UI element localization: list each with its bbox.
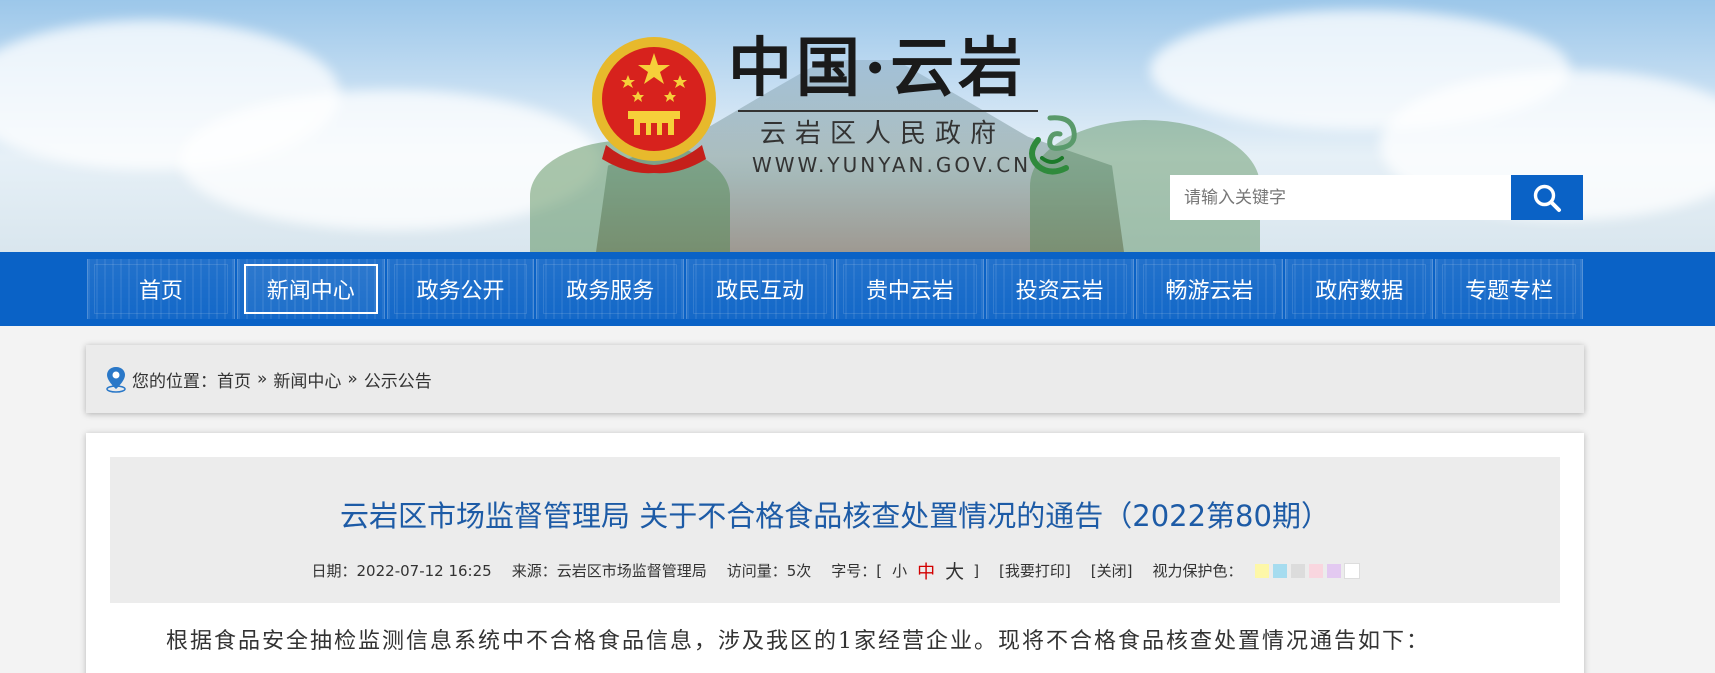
nav-item-1[interactable]: 新闻中心 [236, 259, 385, 319]
nav-item-9[interactable]: 专题专栏 [1435, 259, 1583, 319]
search-icon [1533, 184, 1561, 212]
nav-item-8[interactable]: 政府数据 [1285, 259, 1434, 319]
nav-item-label: 专题专栏 [1465, 279, 1554, 304]
article-body: 根据食品安全抽检监测信息系统中不合格食品信息，涉及我区的1家经营企业。现将不合格… [166, 629, 1431, 654]
nav-item-label: 政务服务 [566, 279, 655, 304]
site-url: WWW.YUNYAN.GOV.CN [752, 153, 1032, 177]
eye-color-swatch[interactable] [1254, 563, 1269, 578]
nav-item-0[interactable]: 首页 [87, 259, 235, 319]
nav-item-3[interactable]: 政务服务 [536, 259, 685, 319]
article-meta: 日期： 2022-07-12 16:25 来源： 云岩区市场监督管理局 访问量：… [110, 557, 1560, 584]
nav-item-7[interactable]: 畅游云岩 [1135, 259, 1284, 319]
font-medium-button[interactable]: 中 [917, 558, 935, 584]
date-value: 2022-07-12 16:25 [356, 561, 492, 580]
date-label: 日期： [311, 562, 357, 580]
nav-item-label: 畅游云岩 [1165, 279, 1254, 304]
fontsize-bracket-open: [ [876, 561, 883, 580]
eye-color-swatch[interactable] [1343, 562, 1360, 579]
breadcrumb-announcements[interactable]: 公示公告 [364, 367, 432, 392]
nav-item-label: 投资云岩 [1015, 279, 1104, 304]
visits-value: 5次 [786, 562, 812, 580]
breadcrumb: 您的位置： 首页 » 新闻中心 » 公示公告 [86, 345, 1584, 413]
nav-item-label: 政务公开 [416, 279, 505, 304]
source-value: 云岩区市场监督管理局 [556, 562, 707, 580]
nav-item-label: 政府数据 [1315, 279, 1404, 304]
nav-item-5[interactable]: 贵中云岩 [835, 259, 984, 319]
close-button[interactable]: [关闭] [1091, 560, 1133, 581]
nav-item-4[interactable]: 政民互动 [686, 259, 834, 319]
nav-item-label: 政民互动 [716, 279, 805, 304]
eye-color-swatch[interactable] [1308, 563, 1323, 578]
eye-color-swatch[interactable] [1272, 563, 1287, 578]
breadcrumb-news-center[interactable]: 新闻中心 [273, 367, 341, 392]
yunyan-logo-icon [1029, 115, 1077, 175]
fontsize-label: 字号： [831, 562, 877, 580]
print-button[interactable]: [我要打印] [999, 560, 1071, 581]
search-input[interactable] [1170, 175, 1512, 220]
font-small-button[interactable]: 小 [892, 560, 907, 581]
national-emblem-icon [592, 37, 716, 174]
main-nav: 首页 新闻中心 政务公开 政务服务 政民互动 贵中云岩 投资云岩 畅游云岩 政府数据 专题专栏 [0, 252, 1715, 326]
font-large-button[interactable]: 大 [945, 557, 964, 584]
article-title: 云岩区市场监督管理局 关于不合格食品核查处置情况的通告（2022第80期） [340, 499, 1330, 533]
location-pin-icon [106, 367, 126, 393]
article-header: 云岩区市场监督管理局 关于不合格食品核查处置情况的通告（2022第80期） 日期… [110, 457, 1560, 603]
nav-item-6[interactable]: 投资云岩 [985, 259, 1134, 319]
eye-color-swatch[interactable] [1290, 563, 1305, 578]
breadcrumb-separator: » [347, 369, 358, 389]
header-banner: 中国·云岩 云岩区人民政府 WWW.YUNYAN.GOV.CN [0, 0, 1715, 252]
nav-item-label: 首页 [138, 279, 183, 304]
eye-protection-label: 视力保护色： [1152, 562, 1243, 580]
nav-items: 首页 新闻中心 政务公开 政务服务 政民互动 贵中云岩 投资云岩 畅游云岩 政府数据 专题专栏 [86, 259, 1584, 319]
nav-item-label: 新闻中心 [266, 279, 355, 304]
visits-label: 访问量： [726, 562, 787, 580]
site-title: 中国·云岩 [728, 31, 1027, 106]
title-divider [738, 110, 1038, 112]
breadcrumb-separator: » [257, 369, 268, 389]
search-button[interactable] [1511, 175, 1583, 220]
article-panel: 云岩区市场监督管理局 关于不合格食品核查处置情况的通告（2022第80期） 日期… [86, 433, 1584, 673]
eye-color-swatches [1251, 562, 1360, 579]
eye-color-swatch[interactable] [1326, 563, 1341, 578]
fontsize-bracket-close: ] [973, 561, 980, 580]
breadcrumb-prefix: 您的位置： [132, 371, 217, 392]
nav-item-label: 贵中云岩 [865, 279, 954, 304]
source-label: 来源： [511, 562, 557, 580]
site-subtitle: 云岩区人民政府 [760, 119, 1006, 149]
breadcrumb-home[interactable]: 首页 [217, 367, 251, 392]
nav-item-2[interactable]: 政务公开 [386, 259, 535, 319]
